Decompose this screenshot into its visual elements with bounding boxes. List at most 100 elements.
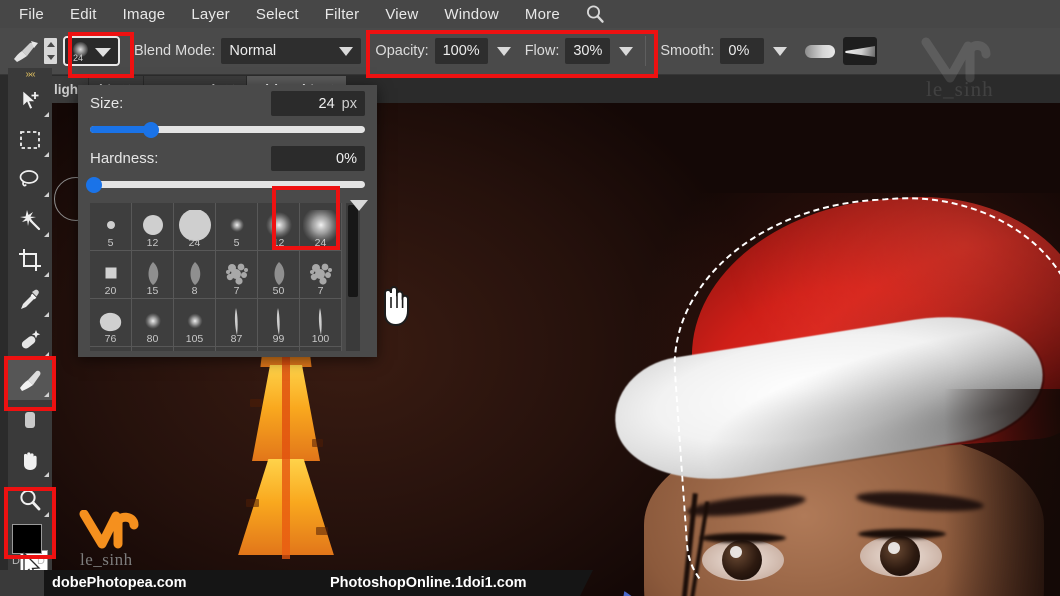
brush-grid-scrollbar[interactable]	[346, 203, 360, 351]
brush-preset-size-label: 7	[317, 285, 324, 297]
brush-preset-row-partial[interactable]	[216, 347, 258, 351]
swatch-reset-letter[interactable]: D	[12, 555, 20, 567]
brush-preset-size-label: 87	[230, 333, 243, 345]
blend-mode-label: Blend Mode:	[134, 43, 216, 59]
brush-preset-24[interactable]: 24	[174, 203, 216, 251]
brush-preset-size-label: 7	[233, 285, 240, 297]
brush-preset-row-partial[interactable]	[132, 347, 174, 351]
chevron-down-icon	[339, 46, 354, 56]
brush-preset-size-label: 76	[104, 333, 117, 345]
brush-preset-99[interactable]: 99	[258, 299, 300, 347]
brush-preset-size-label: 24	[314, 237, 327, 249]
rectangular-marquee-tool-icon[interactable]	[8, 120, 52, 160]
logo-le-sinh-canvas: le_sinh	[78, 509, 158, 569]
brush-preset-size-label: 100	[311, 333, 330, 345]
smooth-chevron-down-icon[interactable]	[773, 46, 788, 56]
brush-hardness-field[interactable]: 0%	[271, 146, 365, 171]
panel-drag-handle[interactable]: »«	[8, 68, 52, 80]
crop-tool-icon[interactable]	[8, 240, 52, 280]
menu-filter[interactable]: Filter	[312, 3, 373, 26]
brush-preset-50[interactable]: 50	[258, 251, 300, 299]
brush-preset-row-partial[interactable]	[300, 347, 342, 351]
gradient-tool-icon[interactable]	[8, 400, 52, 440]
lasso-tool-icon[interactable]	[8, 160, 52, 200]
menu-window[interactable]: Window	[431, 3, 512, 26]
brush-size-stepper[interactable]	[44, 38, 57, 64]
hand-tool-icon[interactable]	[8, 440, 52, 480]
brush-preset-size-label: 24	[188, 237, 201, 249]
brush-preset-5[interactable]: 5	[90, 203, 132, 251]
brush-preset-preview[interactable]: 24	[63, 36, 120, 66]
spot-healing-tool-icon[interactable]	[8, 320, 52, 360]
menu-select[interactable]: Select	[243, 3, 312, 26]
brush-preset-87[interactable]: 87	[216, 299, 258, 347]
banner-photoshop-online: PhotoshopOnline.1doi1.com	[300, 570, 593, 596]
brush-size-slider[interactable]	[90, 122, 365, 138]
brush-preset-size-label: 20	[104, 285, 117, 297]
brush-preset-size-label: 50	[272, 285, 285, 297]
menu-bar: File Edit Image Layer Select Filter View…	[0, 0, 1060, 28]
panel-chevron-down-icon[interactable]	[350, 200, 368, 211]
brush-tool-icon[interactable]	[8, 360, 52, 400]
watermark-text: le_sinh	[926, 77, 994, 101]
brush-preset-20[interactable]: 20	[90, 251, 132, 299]
brush-preset-12[interactable]: 12	[132, 203, 174, 251]
brush-preset-7[interactable]: 7	[300, 251, 342, 299]
brush-settings-popup[interactable]: Size: 24 px Hardness: 0% 5 12 24 5 12 24 20 15 8…	[78, 85, 409, 357]
brush-preset-8[interactable]: 8	[174, 251, 216, 299]
opacity-input[interactable]: 100%	[434, 38, 488, 64]
search-icon[interactable]	[583, 3, 607, 25]
tab-label: ligh	[54, 82, 78, 97]
photopea-app: File Edit Image Layer Select Filter View…	[0, 0, 1060, 596]
flow-label: Flow:	[524, 43, 560, 59]
menu-file[interactable]: File	[6, 3, 57, 26]
brush-hardness-slider[interactable]	[86, 177, 365, 193]
brush-preset-row-partial[interactable]	[174, 347, 216, 351]
brush-angle-preview-icon[interactable]	[843, 37, 878, 65]
logo-text: le_sinh	[80, 550, 133, 569]
menu-edit[interactable]: Edit	[57, 3, 110, 26]
menu-image[interactable]: Image	[110, 3, 179, 26]
brush-pressure-toggle-icon[interactable]	[805, 44, 836, 58]
hand-cursor-icon	[384, 286, 409, 327]
brush-size-field[interactable]: 24 px	[271, 91, 365, 116]
scrollbar-thumb[interactable]	[348, 205, 358, 297]
brush-preset-15[interactable]: 15	[132, 251, 174, 299]
brush-preset-12[interactable]: 12	[258, 203, 300, 251]
magic-wand-tool-icon[interactable]	[8, 200, 52, 240]
flow-chevron-down-icon[interactable]	[619, 46, 634, 56]
brush-preset-row-partial[interactable]	[258, 347, 300, 351]
menu-more[interactable]: More	[512, 3, 573, 26]
brush-hardness-label: Hardness:	[90, 150, 159, 167]
smooth-input[interactable]: 0%	[720, 38, 765, 64]
blend-mode-select[interactable]: Normal	[221, 38, 362, 64]
brush-preset-5[interactable]: 5	[216, 203, 258, 251]
brush-preset-76[interactable]: 76	[90, 299, 132, 347]
tools-panel: »« D D	[8, 68, 52, 596]
menu-view[interactable]: View	[372, 3, 431, 26]
foreground-color-swatch[interactable]	[12, 524, 42, 554]
brush-preset-80[interactable]: 80	[132, 299, 174, 347]
brush-preset-size-label: 8	[191, 285, 198, 297]
zoom-tool-icon[interactable]	[8, 480, 52, 520]
chevron-down-icon[interactable]	[95, 48, 111, 57]
brush-preset-24[interactable]: 24	[300, 203, 342, 251]
eyedropper-tool-icon[interactable]	[8, 280, 52, 320]
smooth-label: Smooth:	[660, 43, 715, 59]
brush-hardness-row: Hardness: 0%	[78, 140, 377, 171]
divider	[645, 36, 647, 66]
opacity-chevron-down-icon[interactable]	[496, 46, 511, 56]
brush-size-row: Size: 24 px	[78, 85, 377, 116]
brush-preset-100[interactable]: 100	[300, 299, 342, 347]
brush-hardness-value: 0%	[336, 150, 357, 167]
brush-preset-105[interactable]: 105	[174, 299, 216, 347]
brush-preset-row-partial[interactable]	[90, 347, 132, 351]
right-shadow	[944, 389, 1060, 596]
brush-preset-size-label: 12	[146, 237, 159, 249]
flow-input[interactable]: 30%	[565, 38, 611, 64]
brush-preset-grid[interactable]: 5 12 24 5 12 24 20 15 8 7 50 7 76 80 105 87 99 100	[90, 203, 342, 351]
move-tool-icon[interactable]	[8, 80, 52, 120]
brush-preset-7[interactable]: 7	[216, 251, 258, 299]
menu-layer[interactable]: Layer	[178, 3, 243, 26]
brush-preset-size-label: 99	[272, 333, 285, 345]
